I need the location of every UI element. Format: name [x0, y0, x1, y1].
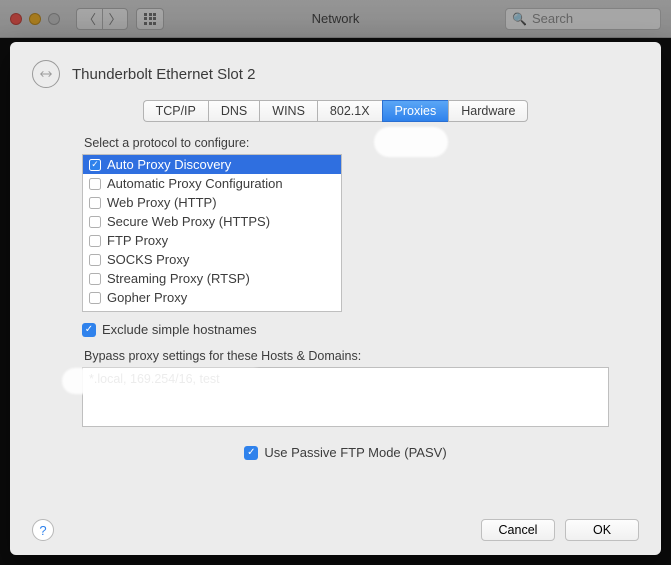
protocol-label: Automatic Proxy Configuration: [107, 176, 283, 191]
protocol-label: FTP Proxy: [107, 233, 168, 248]
help-button[interactable]: ?: [32, 519, 54, 541]
advanced-sheet: Thunderbolt Ethernet Slot 2 TCP/IPDNSWIN…: [10, 42, 661, 555]
protocol-checkbox[interactable]: [89, 254, 101, 266]
ok-button[interactable]: OK: [565, 519, 639, 541]
exclude-simple-checkbox[interactable]: [82, 323, 96, 337]
passive-ftp-checkbox[interactable]: [244, 446, 258, 460]
protocol-label: Streaming Proxy (RTSP): [107, 271, 250, 286]
protocol-item[interactable]: Secure Web Proxy (HTTPS): [83, 212, 341, 231]
protocol-label: Auto Proxy Discovery: [107, 157, 231, 172]
tab-tcpip[interactable]: TCP/IP: [143, 100, 208, 122]
tab-proxies[interactable]: Proxies: [382, 100, 449, 122]
protocol-label: Select a protocol to configure:: [84, 136, 609, 150]
protocol-list[interactable]: Auto Proxy Discovery Automatic Proxy Conf…: [82, 154, 342, 312]
tab-dns[interactable]: DNS: [208, 100, 259, 122]
protocol-item[interactable]: Gopher Proxy: [83, 288, 341, 307]
protocol-checkbox[interactable]: [89, 273, 101, 285]
protocol-checkbox[interactable]: [89, 216, 101, 228]
exclude-simple-label: Exclude simple hostnames: [102, 322, 257, 337]
protocol-item[interactable]: Auto Proxy Discovery: [83, 155, 341, 174]
protocol-checkbox[interactable]: [89, 235, 101, 247]
help-icon: ?: [39, 523, 46, 538]
bypass-label: Bypass proxy settings for these Hosts & …: [84, 349, 609, 363]
sheet-footer: ? Cancel OK: [32, 509, 639, 541]
protocol-item[interactable]: Web Proxy (HTTP): [83, 193, 341, 212]
tab-8021x[interactable]: 802.1X: [317, 100, 382, 122]
protocol-label: Secure Web Proxy (HTTPS): [107, 214, 270, 229]
protocol-item[interactable]: Streaming Proxy (RTSP): [83, 269, 341, 288]
bypass-textarea[interactable]: *.local, 169.254/16, test: [82, 367, 609, 427]
exclude-simple-row[interactable]: Exclude simple hostnames: [82, 322, 609, 337]
cancel-button[interactable]: Cancel: [481, 519, 555, 541]
protocol-item[interactable]: Automatic Proxy Configuration: [83, 174, 341, 193]
protocol-label: Gopher Proxy: [107, 290, 187, 305]
protocol-checkbox[interactable]: [89, 292, 101, 304]
protocol-checkbox[interactable]: [89, 159, 101, 171]
protocol-item[interactable]: SOCKS Proxy: [83, 250, 341, 269]
tab-hardware[interactable]: Hardware: [448, 100, 528, 122]
passive-ftp-label: Use Passive FTP Mode (PASV): [264, 445, 446, 460]
protocol-item[interactable]: FTP Proxy: [83, 231, 341, 250]
tab-wins[interactable]: WINS: [259, 100, 317, 122]
interface-icon: [32, 60, 60, 88]
protocol-checkbox[interactable]: [89, 197, 101, 209]
sheet-header: Thunderbolt Ethernet Slot 2: [32, 60, 639, 88]
passive-ftp-row[interactable]: Use Passive FTP Mode (PASV): [82, 445, 609, 460]
protocol-label: SOCKS Proxy: [107, 252, 189, 267]
tab-bar: TCP/IPDNSWINS802.1XProxiesHardware: [143, 100, 529, 122]
bypass-section: Bypass proxy settings for these Hosts & …: [82, 349, 609, 427]
protocol-checkbox[interactable]: [89, 178, 101, 190]
interface-title: Thunderbolt Ethernet Slot 2: [72, 66, 255, 83]
proxies-pane: Select a protocol to configure: Auto Pro…: [32, 136, 639, 509]
protocol-label: Web Proxy (HTTP): [107, 195, 217, 210]
